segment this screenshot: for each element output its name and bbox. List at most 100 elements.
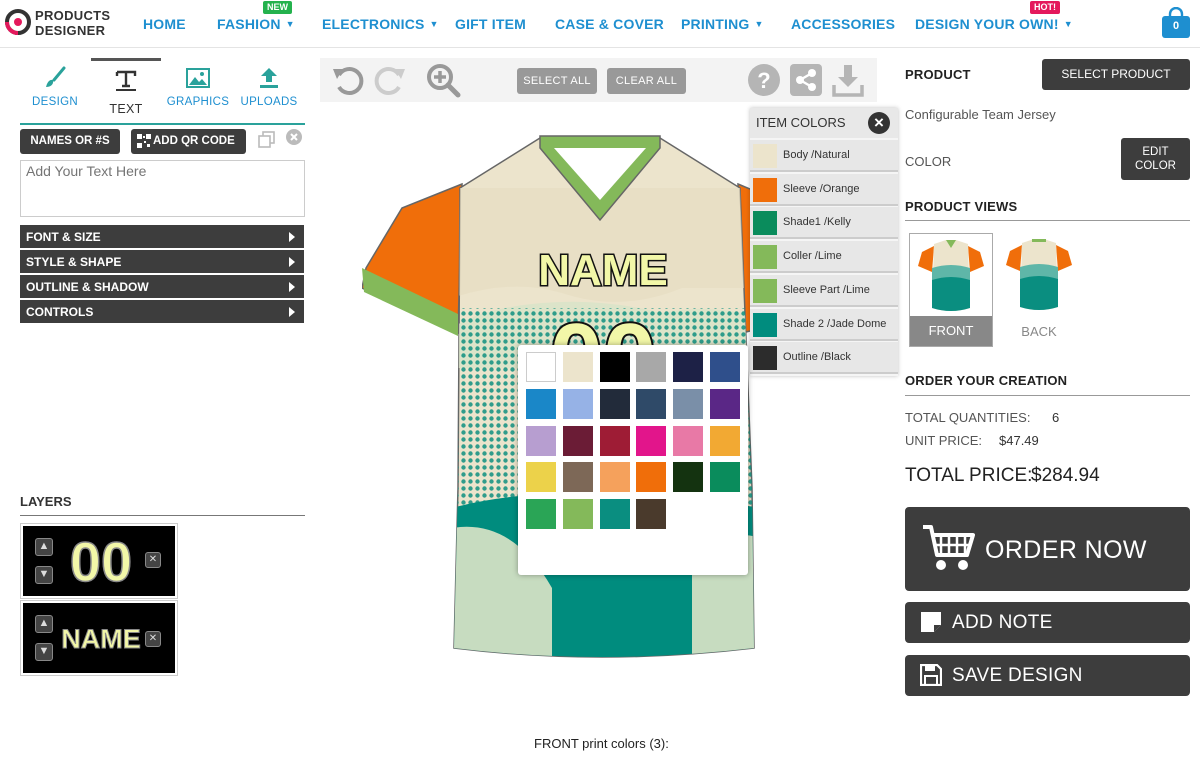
order-now-button[interactable]: ORDER NOW [905,507,1190,591]
item-color-row[interactable]: Outline /Black [750,342,898,375]
palette-swatch[interactable] [636,388,667,419]
undo-icon[interactable] [331,63,365,97]
layer-delete-icon[interactable]: ✕ [145,631,161,647]
palette-swatch[interactable] [562,462,593,493]
edit-color-button[interactable]: EDIT COLOR [1121,138,1190,180]
item-color-row[interactable]: Sleeve /Orange [750,173,898,206]
tab-graphics-label: GRAPHICS [166,96,230,108]
nav-home[interactable]: HOME [143,16,186,32]
zoom-in-icon[interactable] [425,62,461,98]
add-note-button[interactable]: ADD NOTE [905,602,1190,643]
palette-swatch[interactable] [599,462,630,493]
palette-swatch[interactable] [562,352,593,382]
palette-swatch[interactable] [710,388,740,419]
accordion-font-size[interactable]: FONT & SIZE [20,225,304,248]
palette-swatch[interactable] [673,388,704,419]
move-up-icon[interactable]: ▲ [35,615,53,633]
select-product-button[interactable]: SELECT PRODUCT [1042,59,1190,90]
palette-swatch[interactable] [673,462,704,493]
close-icon[interactable]: × [868,112,890,134]
item-color-label: Shade 2 /Jade Dome [783,317,887,330]
palette-swatch[interactable] [526,388,556,419]
chevron-right-icon [289,257,295,267]
accordion-style-shape[interactable]: STYLE & SHAPE [20,250,304,273]
select-all-button[interactable]: SELECT ALL [517,68,597,94]
brush-icon [46,66,66,87]
palette-swatch[interactable] [636,499,667,530]
item-color-row[interactable]: Coller /Lime [750,241,898,274]
palette-swatch[interactable] [636,425,667,456]
names-numbers-button[interactable]: NAMES OR #S [20,129,120,154]
share-icon[interactable] [790,64,822,96]
layer-item[interactable]: ▲ ▼ NAME ✕ [20,600,178,676]
palette-swatch[interactable] [710,425,740,456]
tab-divider [20,123,305,125]
palette-swatch[interactable] [710,352,740,382]
layer-delete-icon[interactable]: ✕ [145,552,161,568]
item-color-label: Sleeve Part /Lime [783,283,870,296]
close-icon[interactable] [286,129,302,145]
palette-swatch[interactable] [562,388,593,419]
nav-design-your-own[interactable]: DESIGN YOUR OWN! ▼ [915,16,1073,32]
accordion-controls-label: CONTROLS [26,305,94,319]
tool-tabs: DESIGN TEXT GRAPHICS UPLOADS [20,58,305,124]
item-colors-header: ITEM COLORS × [750,108,898,138]
palette-swatch[interactable] [710,462,740,493]
palette-swatch[interactable] [562,425,593,456]
total-quantities-label: TOTAL QUANTITIES: [905,410,1031,425]
tab-graphics[interactable]: GRAPHICS [163,58,233,122]
cart-button[interactable]: 0 [1160,6,1192,39]
nav-fashion[interactable]: FASHION ▼ [217,16,295,32]
palette-swatch[interactable] [673,425,704,456]
palette-swatch[interactable] [599,499,630,530]
item-color-row[interactable]: Body /Natural [750,140,898,172]
tab-design[interactable]: DESIGN [20,58,90,122]
palette-swatch[interactable] [599,388,630,419]
layers-title: LAYERS [20,494,72,509]
palette-swatch[interactable] [673,352,704,382]
new-badge: NEW [263,1,292,14]
palette-swatch[interactable] [562,499,593,530]
hot-badge: HOT! [1030,1,1060,14]
nav-gift-item[interactable]: GIFT ITEM [455,16,526,32]
palette-swatch[interactable] [636,352,667,382]
palette-swatch[interactable] [526,352,556,382]
item-color-row[interactable]: Shade 2 /Jade Dome [750,308,898,341]
nav-electronics[interactable]: ELECTRONICS ▼ [322,16,439,32]
save-design-button[interactable]: SAVE DESIGN [905,655,1190,696]
item-color-row[interactable]: Shade1 /Kelly [750,207,898,240]
logo[interactable]: PRODUCTS DESIGNER [4,6,114,42]
redo-icon[interactable] [373,63,407,97]
nav-accessories[interactable]: ACCESSORIES [791,16,895,32]
move-down-icon[interactable]: ▼ [35,566,53,584]
palette-swatch[interactable] [526,499,556,530]
help-icon[interactable]: ? [748,64,780,96]
move-up-icon[interactable]: ▲ [35,538,53,556]
nav-printing[interactable]: PRINTING ▼ [681,16,764,32]
download-icon[interactable] [832,63,864,97]
clear-all-button[interactable]: CLEAR ALL [607,68,686,94]
color-swatch [753,278,777,303]
view-back[interactable]: BACK [998,233,1082,347]
accordion-controls[interactable]: CONTROLS [20,300,304,323]
color-swatch [753,144,777,168]
tab-design-label: DESIGN [32,96,78,108]
text-input[interactable] [20,160,305,217]
palette-swatch[interactable] [526,462,556,493]
duplicate-icon[interactable] [257,130,277,150]
palette-swatch[interactable] [636,462,667,493]
move-down-icon[interactable]: ▼ [35,643,53,661]
view-front[interactable]: FRONT [909,233,993,347]
nav-case-cover[interactable]: CASE & COVER [555,16,664,32]
tab-uploads[interactable]: UPLOADS [234,58,304,122]
tab-text[interactable]: TEXT [91,58,161,122]
palette-swatch[interactable] [526,425,556,456]
accordion-outline-shadow[interactable]: OUTLINE & SHADOW [20,275,304,298]
tab-text-label: TEXT [109,102,143,116]
add-qr-code-button[interactable]: ADD QR CODE [131,129,246,154]
palette-swatch[interactable] [599,352,630,382]
item-color-row[interactable]: Sleeve Part /Lime [750,274,898,307]
layer-item[interactable]: ▲ ▼ 00 ✕ [20,523,178,599]
add-qr-code-label: ADD QR CODE [153,135,235,147]
palette-swatch[interactable] [599,425,630,456]
